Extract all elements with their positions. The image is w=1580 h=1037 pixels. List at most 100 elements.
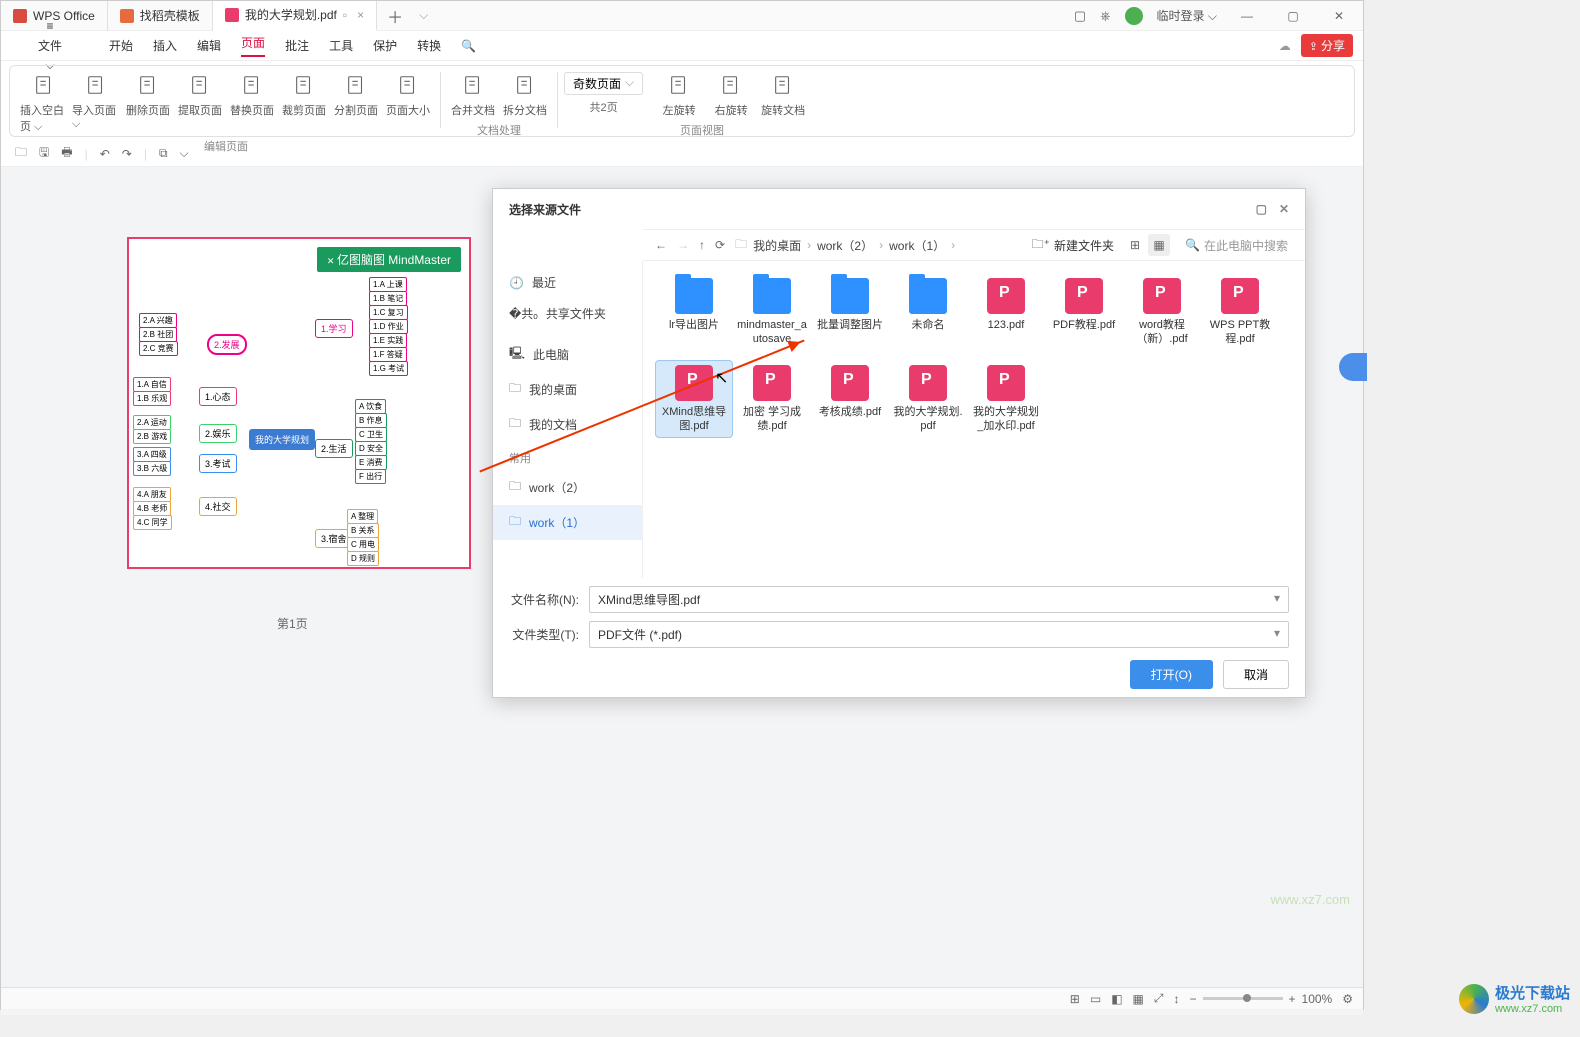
file-item[interactable]: 加密 学习成绩.pdf [733,360,811,439]
file-item[interactable]: 我的大学规划_加水印.pdf [967,360,1045,439]
menu-insert[interactable]: 插入 [153,37,177,54]
app-icon[interactable]: ▢ [1074,8,1086,24]
title-bar: WPS Office 找稻壳模板 我的大学规划.pdf▫× ＋ ⌵ ▢ ⎈ 临时… [1,1,1363,31]
ribbon-btn-提取页面[interactable]: 提取页面 [174,72,226,136]
sidebar-recent[interactable]: 🕘 最近 [493,267,642,298]
fit-icon[interactable]: ⤢ [1154,991,1164,1006]
search-icon[interactable]: 🔍 [461,39,476,53]
menu-annotate[interactable]: 批注 [285,37,309,54]
page-count: 共2页 [590,99,618,115]
zoom-out-icon[interactable]: − [1190,992,1197,1006]
ribbon-btn-左旋转[interactable]: 左旋转 [653,72,705,120]
cloud-icon[interactable]: ☁ [1279,39,1291,53]
sidebar-work1[interactable]: 🗀 work（1） [493,505,642,540]
minimize-button[interactable]: — [1231,9,1263,23]
grid-view-icon[interactable]: ⊞ [1124,234,1146,256]
menu-page[interactable]: 页面 [241,34,265,57]
tab-templates[interactable]: 找稻壳模板 [108,1,213,31]
sidebar-work2[interactable]: 🗀 work（2） [493,470,642,505]
ribbon-group-label: 页面视图 [680,122,724,138]
menu-start[interactable]: 开始 [109,37,133,54]
file-name: 加密 学习成绩.pdf [736,405,808,434]
file-name: 未命名 [912,318,945,332]
page-thumbnail[interactable]: ✕ 亿图脑图 MindMaster 我的大学规划 1.学习 2.发展 1.心态 … [127,237,471,569]
ribbon-btn-分割页面[interactable]: 分割页面 [330,72,382,136]
file-item[interactable]: 未命名 [889,273,967,352]
ribbon-btn-删除页面[interactable]: 删除页面 [122,72,174,136]
ai-float-button[interactable] [1339,353,1367,381]
menu-convert[interactable]: 转换 [417,37,441,54]
odd-pages-select[interactable]: 奇数页面⌵ [564,72,643,95]
view-icon[interactable]: ▦ [1133,992,1144,1006]
settings-icon[interactable]: ⚙ [1342,992,1353,1006]
filename-label: 文件名称(N): [509,591,579,608]
file-item[interactable]: XMind思维导图.pdf [655,360,733,439]
ribbon-btn-替换页面[interactable]: 替换页面 [226,72,278,136]
menu-protect[interactable]: 保护 [373,37,397,54]
close-icon[interactable]: × [357,8,364,22]
tab-document[interactable]: 我的大学规划.pdf▫× [213,1,377,31]
folder-icon [909,278,947,314]
ribbon-btn-裁剪页面[interactable]: 裁剪页面 [278,72,330,136]
file-item[interactable]: lr导出图片 [655,273,733,352]
ribbon-group-label: 编辑页面 [204,138,248,154]
new-folder-button[interactable]: 🗀⁺ 新建文件夹 [1032,235,1114,256]
close-button[interactable]: ✕ [1323,9,1355,23]
dialog-sidebar: 🕘 最近 �共ₒ 共享文件夹 🖳 此电脑 🗀 我的桌面 🗀 我的文档 常用 🗀 … [493,261,643,578]
login-label[interactable]: 临时登录 ⌵ [1157,7,1217,24]
maximize-button[interactable]: ▢ [1277,9,1309,23]
folder-icon [831,278,869,314]
mindmaster-badge: ✕ 亿图脑图 MindMaster [317,247,461,272]
file-item[interactable]: PDF教程.pdf [1045,273,1123,352]
up-icon[interactable]: ↑ [699,238,705,252]
view-icon[interactable]: ⊞ [1070,992,1080,1006]
lock-icon[interactable]: ↕ [1174,992,1180,1006]
file-item[interactable]: 我的大学规划.pdf [889,360,967,439]
view-icon[interactable]: ▭ [1090,992,1101,1006]
forward-icon[interactable]: → [677,238,689,252]
refresh-icon[interactable]: ⟳ [715,238,725,252]
file-name: lr导出图片 [669,318,719,332]
cancel-button[interactable]: 取消 [1223,660,1289,689]
file-item[interactable]: 123.pdf [967,273,1045,352]
breadcrumb[interactable]: 🗀 我的桌面› work（2）› work（1）› [735,235,1022,256]
menu-tools[interactable]: 工具 [329,37,353,54]
sidebar-desktop[interactable]: 🗀 我的桌面 [493,372,642,407]
search-input[interactable]: 🔍 在此电脑中搜索 [1180,234,1293,257]
menu-edit[interactable]: 编辑 [197,37,221,54]
ribbon-btn-右旋转[interactable]: 右旋转 [705,72,757,120]
add-tab-button[interactable]: ＋ [377,4,413,28]
zoom-slider[interactable] [1203,997,1283,1000]
avatar[interactable] [1125,7,1143,25]
open-button[interactable]: 打开(O) [1130,660,1213,689]
file-item[interactable]: 考核成绩.pdf [811,360,889,439]
zoom-value[interactable]: 100% [1302,992,1333,1006]
file-item[interactable]: word教程（新）.pdf [1123,273,1201,352]
cube-icon[interactable]: ⎈ [1100,8,1110,24]
zoom-in-icon[interactable]: + [1289,992,1296,1006]
watermark-logo-icon [1459,984,1489,1014]
ribbon-btn-插入空白页[interactable]: 插入空白页 ⌵ [18,72,70,136]
ribbon-btn-合并文档[interactable]: 合并文档 [447,72,499,120]
sidebar-share[interactable]: �共ₒ 共享文件夹 [493,298,642,329]
ribbon-btn-页面大小[interactable]: 页面大小 [382,72,434,136]
list-view-icon[interactable]: ▦ [1148,234,1170,256]
sidebar-pc[interactable]: 🖳 此电脑 [493,337,642,372]
ribbon-btn-导入页面[interactable]: 导入页面 ⌵ [70,72,122,136]
back-icon[interactable]: ← [655,238,667,252]
ribbon-btn-旋转文档[interactable]: 旋转文档 [757,72,809,120]
share-button[interactable]: ⇪ 分享 [1301,34,1353,57]
dialog-toolbar: ← → ↑ ⟳ 🗀 我的桌面› work（2）› work（1）› 🗀⁺ 新建文… [643,229,1305,261]
tab-menu-icon[interactable]: ▫ [343,8,347,22]
filename-input[interactable]: XMind思维导图.pdf [589,586,1289,613]
file-grid: lr导出图片mindmaster_autosave批量调整图片未命名123.pd… [643,261,1305,578]
file-item[interactable]: 批量调整图片 [811,273,889,352]
file-item[interactable]: WPS PPT教程.pdf [1201,273,1279,352]
filetype-select[interactable]: PDF文件 (*.pdf) [589,621,1289,648]
dialog-maximize-icon[interactable]: ▢ [1256,202,1267,216]
tabs-dropdown-icon[interactable]: ⌵ [419,8,428,23]
dialog-close-icon[interactable]: ✕ [1279,202,1289,216]
view-icon[interactable]: ◧ [1111,992,1122,1006]
file-name: WPS PPT教程.pdf [1204,318,1276,347]
ribbon-btn-拆分文档[interactable]: 拆分文档 [499,72,551,120]
